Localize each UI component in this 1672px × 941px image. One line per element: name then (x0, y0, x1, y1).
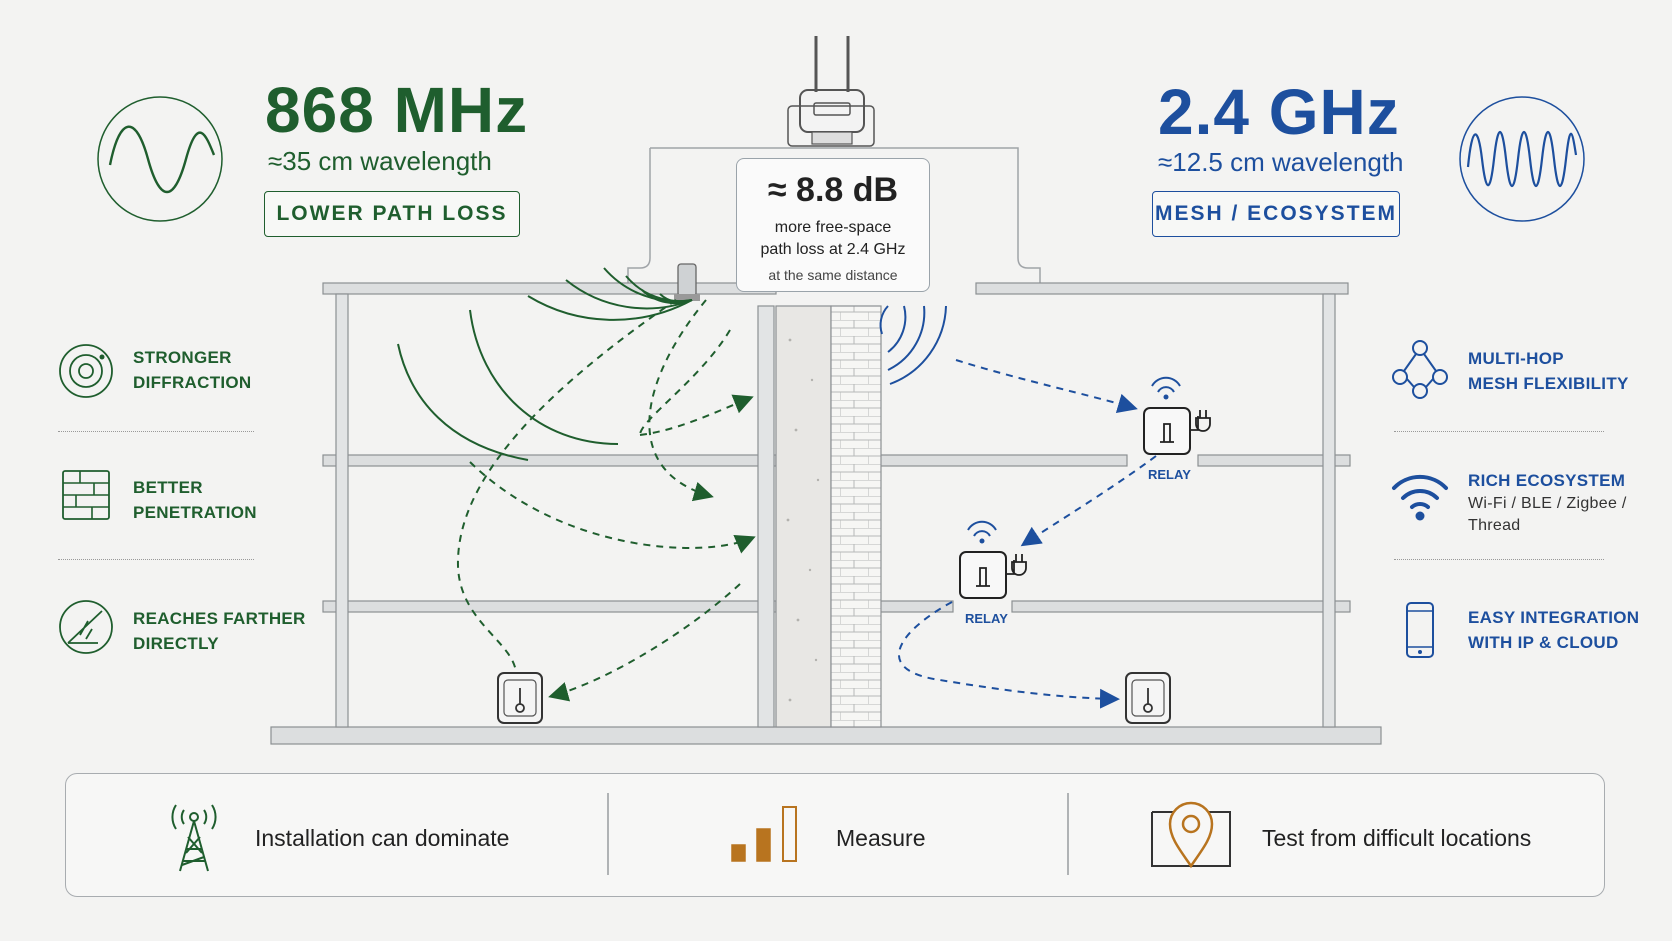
feature-ecosystem-line1: RICH ECOSYSTEM (1468, 471, 1626, 490)
relay-icon-lower (959, 520, 1027, 599)
feature-penetration-line1: BETTER (133, 478, 203, 497)
sensor-icon-right (1125, 672, 1171, 724)
bottom-divider-1 (607, 793, 609, 875)
map-pin-icon (1151, 801, 1231, 869)
feature-reach-line1: REACHES FARTHER (133, 609, 306, 628)
feature-reach: REACHES FARTHER DIRECTLY (133, 606, 306, 656)
feature-reach-line2: DIRECTLY (133, 634, 219, 653)
left-divider-2 (58, 559, 254, 560)
wifi-icon (1392, 474, 1448, 521)
bottom-label-measure: Measure (836, 825, 926, 851)
right-divider-1 (1394, 431, 1604, 432)
feature-ecosystem: RICH ECOSYSTEM Wi-Fi / BLE / Zigbee / Th… (1468, 468, 1627, 537)
radio-tower-icon (171, 804, 217, 872)
concrete-wall (775, 305, 832, 728)
gateway-antenna-icon (787, 36, 875, 147)
path-loss-value: ≈ 8.8 dB (767, 171, 899, 209)
feature-penetration-line2: PENETRATION (133, 503, 257, 522)
relay-icon-upper (1143, 376, 1211, 455)
sensor-icon-left (497, 672, 543, 724)
right-divider-2 (1394, 559, 1604, 560)
feature-diffraction-line1: STRONGER (133, 348, 232, 367)
target-icon (59, 344, 113, 398)
relay-label-upper: RELAY (1148, 467, 1191, 482)
relay-label-lower: RELAY (965, 611, 1008, 626)
feature-multihop-line2: MESH FLEXIBILITY (1468, 374, 1629, 393)
callout-line-2: path loss at 2.4 GHz (760, 241, 906, 258)
mesh-network-icon (1392, 340, 1448, 399)
feature-integration-line2: WITH IP & CLOUD (1468, 633, 1619, 652)
direct-path-icon (59, 600, 113, 654)
feature-penetration: BETTER PENETRATION (133, 475, 257, 525)
callout-line-1: more free-space (774, 219, 892, 236)
feature-integration-line1: EASY INTEGRATION (1468, 608, 1640, 627)
brick-wall-icon (62, 470, 110, 520)
feature-diffraction-line2: DIFFRACTION (133, 373, 252, 392)
feature-diffraction: STRONGER DIFFRACTION (133, 345, 252, 395)
feature-ecosystem-sub1: Wi-Fi / BLE / Zigbee / (1468, 495, 1627, 512)
bottom-label-test: Test from difficult locations (1262, 825, 1532, 851)
smartphone-icon (1406, 602, 1434, 658)
feature-multihop: MULTI-HOP MESH FLEXIBILITY (1468, 346, 1629, 396)
callout-note: at the same distance (768, 267, 898, 283)
lora-gateway-icon (674, 263, 700, 301)
brick-wall (830, 305, 882, 728)
path-loss-callout: ≈ 8.8 dB more free-space path loss at 2.… (736, 158, 930, 292)
left-divider-1 (58, 431, 254, 432)
feature-integration: EASY INTEGRATION WITH IP & CLOUD (1468, 605, 1639, 655)
feature-ecosystem-sub2: Thread (1468, 517, 1521, 534)
signal-bars-icon (731, 806, 797, 862)
feature-multihop-line1: MULTI-HOP (1468, 349, 1564, 368)
bottom-label-installation: Installation can dominate (255, 825, 510, 851)
bottom-divider-2 (1067, 793, 1069, 875)
